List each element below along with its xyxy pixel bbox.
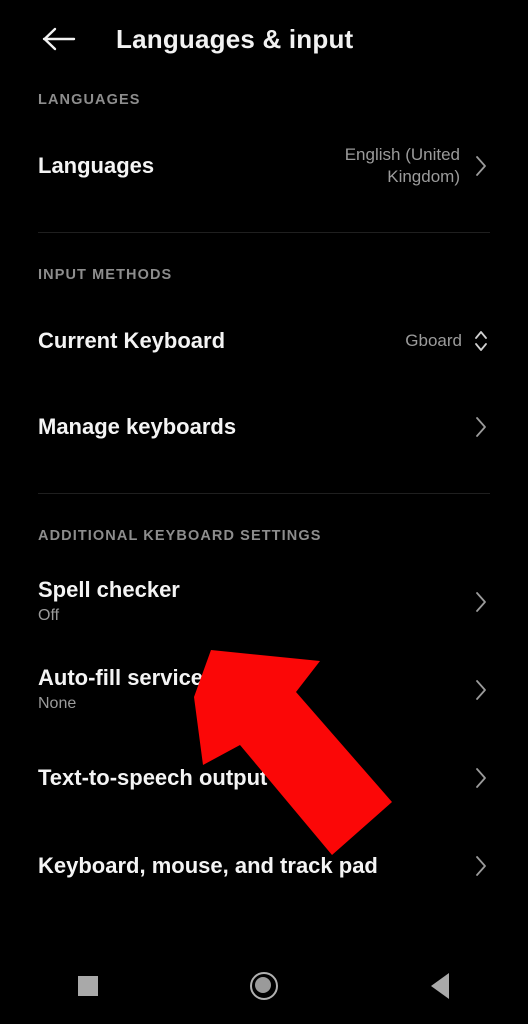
list-item-current-keyboard[interactable]: Current Keyboard Gboard [0, 309, 528, 373]
back-button[interactable] [28, 8, 90, 70]
list-item-value: Gboard [405, 330, 462, 350]
arrow-left-icon [42, 26, 76, 52]
chevron-right-icon [472, 766, 490, 790]
chevron-right-icon [472, 678, 490, 702]
list-item-title: Auto-fill service [38, 665, 204, 691]
chevron-right-icon [472, 415, 490, 439]
circle-home-icon [250, 972, 278, 1000]
row-texts: Current Keyboard [38, 328, 405, 353]
nav-back-button[interactable] [352, 948, 528, 1024]
list-item-title: Languages [38, 153, 155, 179]
row-texts: Manage keyboards [38, 414, 472, 439]
app-bar: Languages & input [0, 0, 528, 78]
nav-recents-button[interactable] [0, 948, 176, 1024]
list-item-title: Manage keyboards [38, 414, 237, 440]
nav-home-button[interactable] [176, 948, 352, 1024]
section-header-input-methods: INPUT METHODS [38, 267, 173, 283]
list-item-subtitle: Off [38, 607, 60, 625]
square-recents-icon [78, 976, 98, 996]
system-navigation-bar [0, 948, 528, 1024]
section-header-additional-keyboard-settings: ADDITIONAL KEYBOARD SETTINGS [38, 528, 322, 544]
row-texts: Spell checker Off [38, 577, 472, 627]
list-item-languages[interactable]: Languages English (United Kingdom) [0, 134, 528, 198]
row-texts: Auto-fill service None [38, 665, 472, 715]
chevron-right-icon [472, 154, 490, 178]
page-title: Languages & input [116, 23, 354, 54]
list-item-title: Text-to-speech output [38, 765, 268, 791]
settings-screen: Languages & input LANGUAGES Languages En… [0, 0, 528, 1024]
row-texts: Keyboard, mouse, and track pad [38, 853, 472, 878]
list-item-title: Current Keyboard [38, 328, 226, 354]
list-item-manage-keyboards[interactable]: Manage keyboards [0, 395, 528, 459]
list-item-auto-fill-service[interactable]: Auto-fill service None [0, 658, 528, 722]
row-texts: Languages [38, 153, 285, 178]
list-item-spell-checker[interactable]: Spell checker Off [0, 570, 528, 634]
chevron-right-icon [472, 854, 490, 878]
list-item-title: Keyboard, mouse, and track pad [38, 853, 378, 879]
settings-list: LANGUAGES Languages English (United King… [0, 78, 528, 948]
row-texts: Text-to-speech output [38, 765, 472, 790]
chevron-up-down-icon [472, 328, 490, 354]
triangle-back-icon [431, 973, 449, 999]
list-item-subtitle: None [38, 695, 77, 713]
list-item-keyboard-mouse-track-pad[interactable]: Keyboard, mouse, and track pad [0, 834, 528, 898]
list-item-value: English (United Kingdom) [344, 144, 460, 186]
list-item-title: Spell checker [38, 577, 180, 603]
list-item-text-to-speech-output[interactable]: Text-to-speech output [0, 746, 528, 810]
chevron-right-icon [472, 590, 490, 614]
section-header-languages: LANGUAGES [38, 92, 141, 108]
